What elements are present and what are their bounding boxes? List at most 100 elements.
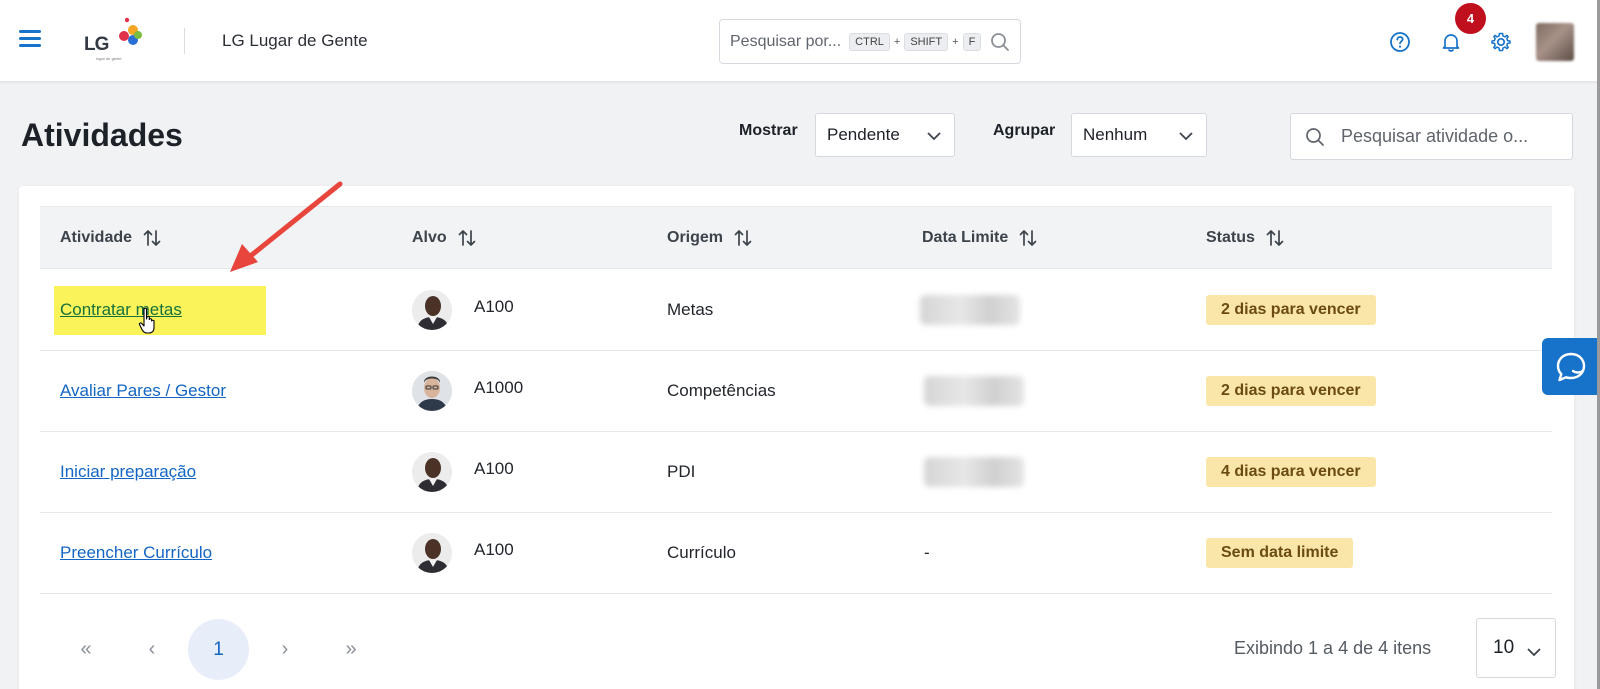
sort-icon[interactable]: [142, 228, 162, 248]
app-title: LG Lugar de Gente: [222, 31, 368, 50]
show-filter-value: Pendente: [827, 125, 900, 144]
search-icon: [1306, 127, 1324, 146]
status-badge: 4 dias para vencer: [1206, 457, 1376, 487]
show-filter-label: Mostrar: [739, 122, 798, 139]
bell-icon[interactable]: [1440, 31, 1462, 53]
gear-icon[interactable]: [1490, 31, 1512, 53]
chevron-down-icon: [1179, 132, 1193, 141]
global-search[interactable]: Pesquisar por... CTRL + SHIFT + F: [719, 19, 1021, 64]
chat-button[interactable]: [1542, 338, 1600, 395]
chat-icon: [1556, 352, 1586, 381]
logo-mark: [119, 17, 142, 45]
first-page-button[interactable]: «: [56, 619, 116, 679]
chevron-down-icon: [927, 132, 941, 141]
target-text: A100: [474, 540, 514, 559]
deadline-cell: [924, 351, 1024, 431]
sort-icon[interactable]: [733, 228, 753, 248]
activity-link[interactable]: Preencher Currículo: [60, 543, 212, 563]
top-bar: LG lugar de gente LG Lugar de Gente Pesq…: [0, 0, 1600, 82]
activity-search-input[interactable]: [1341, 126, 1561, 147]
deadline-cell: [920, 270, 1020, 350]
shortcut-plus: +: [952, 35, 959, 48]
chevron-down-icon: [1527, 648, 1541, 657]
notification-badge: 4: [1455, 3, 1486, 34]
prev-page-button[interactable]: ‹: [122, 619, 182, 679]
column-label: Data Limite: [922, 229, 1009, 246]
column-header-status[interactable]: Status: [1206, 228, 1285, 248]
activity-cell: Avaliar Pares / Gestor: [60, 351, 226, 431]
shortcut-plus: +: [893, 35, 901, 48]
next-page-button[interactable]: ›: [255, 619, 315, 679]
help-icon[interactable]: [1389, 31, 1411, 53]
table-row: Avaliar Pares / Gestor A1000 Competência…: [40, 351, 1552, 432]
activity-search[interactable]: [1290, 113, 1573, 160]
status-badge: 2 dias para vencer: [1206, 376, 1376, 406]
column-label: Status: [1206, 229, 1255, 246]
show-filter-select[interactable]: Pendente: [815, 113, 955, 157]
status-cell: Sem data limite: [1206, 513, 1354, 593]
logo[interactable]: LG lugar de gente: [84, 16, 144, 64]
column-label: Origem: [667, 229, 724, 246]
current-page-button[interactable]: 1: [188, 619, 249, 680]
target-text: A100: [474, 297, 514, 316]
shortcut-key-ctrl: CTRL: [849, 32, 890, 51]
sort-icon[interactable]: [1018, 228, 1038, 248]
status-cell: 4 dias para vencer: [1206, 432, 1376, 512]
pagination-info: Exibindo 1 a 4 de 4 itens: [1234, 638, 1432, 658]
last-page-button[interactable]: »: [321, 619, 381, 679]
shortcut-key-shift: SHIFT: [904, 32, 949, 51]
avatar: [412, 371, 452, 411]
deadline-cell: -: [924, 543, 930, 562]
status-cell: 2 dias para vencer: [1206, 351, 1376, 431]
table-row: Contratar metas A100 Metas 2 dias para v…: [40, 270, 1552, 351]
menu-icon[interactable]: [19, 30, 41, 50]
global-search-placeholder: Pesquisar por...: [730, 32, 842, 50]
blurred-date: [920, 295, 1020, 325]
status-badge: Sem data limite: [1206, 538, 1354, 568]
avatar: [412, 533, 452, 573]
column-header-alvo[interactable]: Alvo: [412, 228, 477, 248]
logo-text: LG: [84, 34, 109, 55]
column-label: Atividade: [60, 229, 133, 246]
avatar: [412, 290, 452, 330]
origin-cell: Competências: [667, 381, 776, 400]
origin-cell: Metas: [667, 300, 714, 319]
divider: [184, 28, 185, 54]
sort-icon[interactable]: [1265, 228, 1285, 248]
deadline-cell: [924, 432, 1024, 512]
activity-link[interactable]: Iniciar preparação: [60, 462, 196, 482]
activity-cell: Iniciar preparação: [60, 432, 196, 512]
target-cell: A100: [412, 432, 514, 512]
column-header-data-limite[interactable]: Data Limite: [922, 228, 1038, 248]
target-text: A1000: [474, 378, 524, 397]
column-header-atividade[interactable]: Atividade: [60, 228, 162, 248]
user-avatar[interactable]: [1536, 23, 1574, 61]
origin-cell: PDI: [667, 462, 696, 481]
blurred-date: [924, 457, 1024, 487]
shortcut-key-f: F: [962, 32, 982, 51]
hand-cursor-icon: [138, 307, 155, 334]
avatar: [412, 452, 452, 492]
status-cell: 2 dias para vencer: [1206, 270, 1376, 350]
activity-cell: Preencher Currículo: [60, 513, 212, 593]
annotation-arrow: [230, 181, 343, 272]
activity-link[interactable]: Contratar metas: [60, 300, 182, 320]
column-label: Alvo: [412, 229, 447, 246]
group-filter-value: Nenhum: [1083, 125, 1148, 144]
status-badge: 2 dias para vencer: [1206, 295, 1376, 325]
page-size-select[interactable]: 10: [1476, 618, 1556, 678]
table-row: Iniciar preparação A100 PDI 4 dias para …: [40, 432, 1552, 513]
column-header-origem[interactable]: Origem: [667, 228, 753, 248]
sort-icon[interactable]: [457, 228, 477, 248]
search-icon[interactable]: [990, 32, 1010, 52]
page-title: Atividades: [21, 117, 183, 153]
logo-subtext: lugar de gente: [96, 56, 122, 61]
highlight-box: Contratar metas: [54, 285, 266, 335]
group-filter-select[interactable]: Nenhum: [1071, 113, 1207, 157]
table-row: Preencher Currículo A100 Currículo - Sem…: [40, 513, 1552, 594]
activity-link[interactable]: Avaliar Pares / Gestor: [60, 381, 226, 401]
target-cell: A1000: [412, 351, 523, 431]
target-text: A100: [474, 459, 514, 478]
target-cell: A100: [412, 270, 514, 350]
activity-cell: Contratar metas: [54, 270, 266, 350]
